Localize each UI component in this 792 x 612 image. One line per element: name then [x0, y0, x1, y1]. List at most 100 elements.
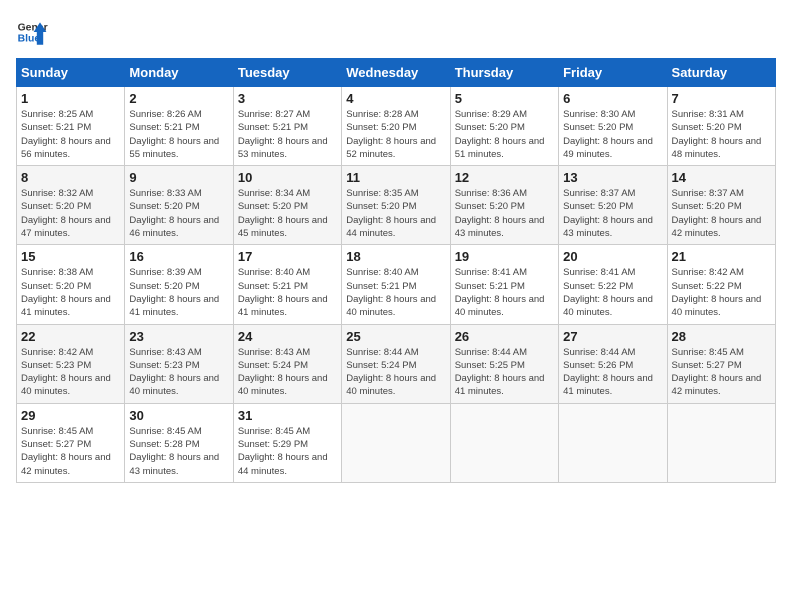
- sunrise-label: Sunrise: 8:44 AM: [346, 347, 418, 358]
- calendar-cell: 4 Sunrise: 8:28 AM Sunset: 5:20 PM Dayli…: [342, 87, 450, 166]
- logo: General Blue: [16, 16, 48, 48]
- daylight-label: Daylight: 8 hours and 41 minutes.: [129, 294, 219, 318]
- daylight-label: Daylight: 8 hours and 40 minutes.: [672, 294, 762, 318]
- col-header-friday: Friday: [559, 59, 667, 87]
- calendar-cell: 29 Sunrise: 8:45 AM Sunset: 5:27 PM Dayl…: [17, 403, 125, 482]
- day-info: Sunrise: 8:44 AM Sunset: 5:26 PM Dayligh…: [563, 346, 662, 399]
- sunset-label: Sunset: 5:20 PM: [129, 281, 199, 292]
- sunset-label: Sunset: 5:22 PM: [672, 281, 742, 292]
- daylight-label: Daylight: 8 hours and 41 minutes.: [455, 373, 545, 397]
- col-header-tuesday: Tuesday: [233, 59, 341, 87]
- sunrise-label: Sunrise: 8:37 AM: [563, 188, 635, 199]
- sunrise-label: Sunrise: 8:30 AM: [563, 109, 635, 120]
- sunset-label: Sunset: 5:20 PM: [21, 201, 91, 212]
- day-info: Sunrise: 8:45 AM Sunset: 5:29 PM Dayligh…: [238, 425, 337, 478]
- day-number: 21: [672, 249, 771, 264]
- day-number: 27: [563, 329, 662, 344]
- sunset-label: Sunset: 5:29 PM: [238, 439, 308, 450]
- sunrise-label: Sunrise: 8:36 AM: [455, 188, 527, 199]
- daylight-label: Daylight: 8 hours and 44 minutes.: [346, 215, 436, 239]
- calendar-week-5: 29 Sunrise: 8:45 AM Sunset: 5:27 PM Dayl…: [17, 403, 776, 482]
- sunset-label: Sunset: 5:20 PM: [21, 281, 91, 292]
- day-number: 9: [129, 170, 228, 185]
- daylight-label: Daylight: 8 hours and 40 minutes.: [346, 294, 436, 318]
- col-header-monday: Monday: [125, 59, 233, 87]
- calendar-cell: 2 Sunrise: 8:26 AM Sunset: 5:21 PM Dayli…: [125, 87, 233, 166]
- calendar-cell: 10 Sunrise: 8:34 AM Sunset: 5:20 PM Dayl…: [233, 166, 341, 245]
- daylight-label: Daylight: 8 hours and 43 minutes.: [563, 215, 653, 239]
- daylight-label: Daylight: 8 hours and 45 minutes.: [238, 215, 328, 239]
- sunrise-label: Sunrise: 8:38 AM: [21, 267, 93, 278]
- calendar-cell: 11 Sunrise: 8:35 AM Sunset: 5:20 PM Dayl…: [342, 166, 450, 245]
- day-info: Sunrise: 8:45 AM Sunset: 5:27 PM Dayligh…: [21, 425, 120, 478]
- sunset-label: Sunset: 5:24 PM: [238, 360, 308, 371]
- calendar-cell: 12 Sunrise: 8:36 AM Sunset: 5:20 PM Dayl…: [450, 166, 558, 245]
- sunrise-label: Sunrise: 8:41 AM: [455, 267, 527, 278]
- sunset-label: Sunset: 5:25 PM: [455, 360, 525, 371]
- day-number: 17: [238, 249, 337, 264]
- logo-icon: General Blue: [16, 16, 48, 48]
- daylight-label: Daylight: 8 hours and 56 minutes.: [21, 136, 111, 160]
- day-info: Sunrise: 8:25 AM Sunset: 5:21 PM Dayligh…: [21, 108, 120, 161]
- calendar-cell: 8 Sunrise: 8:32 AM Sunset: 5:20 PM Dayli…: [17, 166, 125, 245]
- calendar-cell: 1 Sunrise: 8:25 AM Sunset: 5:21 PM Dayli…: [17, 87, 125, 166]
- daylight-label: Daylight: 8 hours and 51 minutes.: [455, 136, 545, 160]
- day-number: 20: [563, 249, 662, 264]
- sunrise-label: Sunrise: 8:39 AM: [129, 267, 201, 278]
- sunrise-label: Sunrise: 8:35 AM: [346, 188, 418, 199]
- daylight-label: Daylight: 8 hours and 46 minutes.: [129, 215, 219, 239]
- daylight-label: Daylight: 8 hours and 40 minutes.: [346, 373, 436, 397]
- day-number: 2: [129, 91, 228, 106]
- daylight-label: Daylight: 8 hours and 41 minutes.: [21, 294, 111, 318]
- day-info: Sunrise: 8:30 AM Sunset: 5:20 PM Dayligh…: [563, 108, 662, 161]
- sunrise-label: Sunrise: 8:41 AM: [563, 267, 635, 278]
- day-info: Sunrise: 8:42 AM Sunset: 5:23 PM Dayligh…: [21, 346, 120, 399]
- col-header-thursday: Thursday: [450, 59, 558, 87]
- day-number: 3: [238, 91, 337, 106]
- day-info: Sunrise: 8:43 AM Sunset: 5:23 PM Dayligh…: [129, 346, 228, 399]
- col-header-wednesday: Wednesday: [342, 59, 450, 87]
- daylight-label: Daylight: 8 hours and 40 minutes.: [129, 373, 219, 397]
- sunrise-label: Sunrise: 8:31 AM: [672, 109, 744, 120]
- page-container: General Blue SundayMondayTuesdayWednesda…: [0, 0, 792, 491]
- sunset-label: Sunset: 5:23 PM: [129, 360, 199, 371]
- sunset-label: Sunset: 5:21 PM: [238, 281, 308, 292]
- daylight-label: Daylight: 8 hours and 40 minutes.: [21, 373, 111, 397]
- day-number: 16: [129, 249, 228, 264]
- calendar-table: SundayMondayTuesdayWednesdayThursdayFrid…: [16, 58, 776, 483]
- header: General Blue: [16, 16, 776, 48]
- day-number: 14: [672, 170, 771, 185]
- sunrise-label: Sunrise: 8:33 AM: [129, 188, 201, 199]
- day-number: 4: [346, 91, 445, 106]
- day-info: Sunrise: 8:45 AM Sunset: 5:28 PM Dayligh…: [129, 425, 228, 478]
- day-info: Sunrise: 8:40 AM Sunset: 5:21 PM Dayligh…: [238, 266, 337, 319]
- day-number: 31: [238, 408, 337, 423]
- sunrise-label: Sunrise: 8:43 AM: [238, 347, 310, 358]
- calendar-cell: 6 Sunrise: 8:30 AM Sunset: 5:20 PM Dayli…: [559, 87, 667, 166]
- day-info: Sunrise: 8:35 AM Sunset: 5:20 PM Dayligh…: [346, 187, 445, 240]
- calendar-week-2: 8 Sunrise: 8:32 AM Sunset: 5:20 PM Dayli…: [17, 166, 776, 245]
- calendar-cell: [450, 403, 558, 482]
- calendar-cell: 19 Sunrise: 8:41 AM Sunset: 5:21 PM Dayl…: [450, 245, 558, 324]
- daylight-label: Daylight: 8 hours and 55 minutes.: [129, 136, 219, 160]
- col-header-sunday: Sunday: [17, 59, 125, 87]
- daylight-label: Daylight: 8 hours and 53 minutes.: [238, 136, 328, 160]
- sunrise-label: Sunrise: 8:40 AM: [238, 267, 310, 278]
- calendar-cell: 14 Sunrise: 8:37 AM Sunset: 5:20 PM Dayl…: [667, 166, 775, 245]
- calendar-cell: 24 Sunrise: 8:43 AM Sunset: 5:24 PM Dayl…: [233, 324, 341, 403]
- calendar-week-4: 22 Sunrise: 8:42 AM Sunset: 5:23 PM Dayl…: [17, 324, 776, 403]
- sunrise-label: Sunrise: 8:45 AM: [129, 426, 201, 437]
- sunset-label: Sunset: 5:21 PM: [238, 122, 308, 133]
- daylight-label: Daylight: 8 hours and 42 minutes.: [21, 452, 111, 476]
- sunrise-label: Sunrise: 8:45 AM: [21, 426, 93, 437]
- sunset-label: Sunset: 5:20 PM: [238, 201, 308, 212]
- calendar-cell: 16 Sunrise: 8:39 AM Sunset: 5:20 PM Dayl…: [125, 245, 233, 324]
- day-info: Sunrise: 8:31 AM Sunset: 5:20 PM Dayligh…: [672, 108, 771, 161]
- sunrise-label: Sunrise: 8:28 AM: [346, 109, 418, 120]
- day-number: 22: [21, 329, 120, 344]
- sunrise-label: Sunrise: 8:40 AM: [346, 267, 418, 278]
- day-number: 1: [21, 91, 120, 106]
- day-info: Sunrise: 8:41 AM Sunset: 5:21 PM Dayligh…: [455, 266, 554, 319]
- sunset-label: Sunset: 5:21 PM: [346, 281, 416, 292]
- daylight-label: Daylight: 8 hours and 44 minutes.: [238, 452, 328, 476]
